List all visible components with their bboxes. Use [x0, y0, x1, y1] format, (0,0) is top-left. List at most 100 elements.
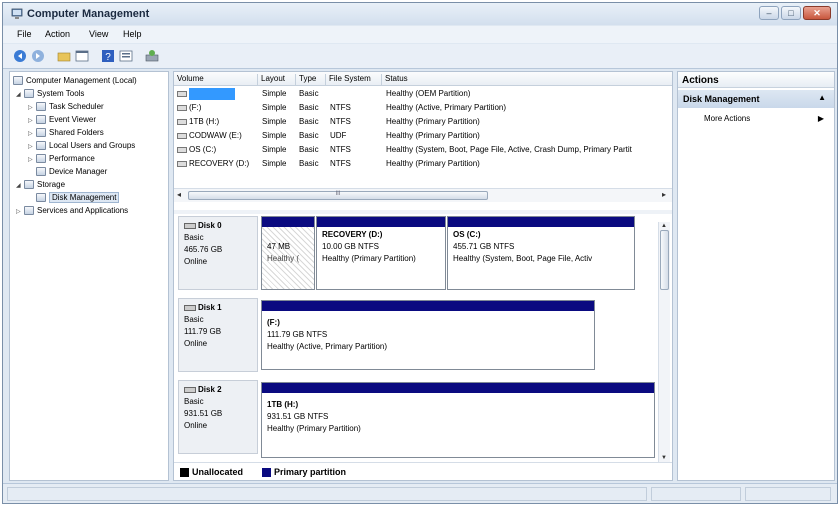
volume-row[interactable]: OS (C:) Simple Basic NTFS Healthy (Syste…: [174, 143, 672, 157]
partition-status: Healthy (Primary Partition): [267, 424, 361, 433]
cd-drive-icon: [177, 132, 187, 139]
up-folder-icon[interactable]: [57, 49, 71, 63]
partition-bar: [448, 217, 634, 227]
status-cell: Healthy (System, Boot, Page File, Active…: [386, 145, 632, 154]
volume-row[interactable]: CODWAW (E:) Simple Basic UDF Healthy (Pr…: [174, 129, 672, 143]
partition-body: (F:) 111.79 GB NTFS Healthy (Active, Pri…: [262, 311, 594, 355]
disk-state: Online: [184, 339, 208, 348]
show-hide-tree-icon[interactable]: [75, 49, 89, 63]
scroll-left-icon[interactable]: ◂: [177, 190, 181, 199]
tree-item-computer-management[interactable]: Computer Management (Local): [13, 74, 137, 87]
column-header-file-system[interactable]: File System: [326, 74, 382, 86]
tree-item-label: Local Users and Groups: [49, 141, 136, 150]
disk-2-label[interactable]: Disk 2 Basic 931.51 GB Online: [178, 380, 258, 454]
back-arrow-icon[interactable]: [13, 49, 27, 63]
column-header-status[interactable]: Status: [382, 74, 672, 86]
volume-name-cell: (F:): [177, 101, 201, 115]
vertical-scrollbar[interactable]: ▲ ▼: [658, 222, 670, 462]
disk-graphical-view: Disk 0 Basic 465.76 GB Online 47 MB Heal…: [174, 214, 660, 464]
tree-item-local-users-groups[interactable]: ▷ Local Users and Groups: [28, 139, 135, 152]
file-system-cell: NTFS: [330, 145, 351, 154]
actions-pane: Actions Disk Management ▲ More Actions ▶: [677, 71, 835, 481]
partition-h[interactable]: 1TB (H:) 931.51 GB NTFS Healthy (Primary…: [261, 382, 655, 458]
users-icon: [36, 141, 46, 151]
maximize-icon: □: [788, 8, 794, 18]
minimize-button[interactable]: –: [759, 6, 779, 20]
disk-type: Basic: [184, 397, 204, 406]
partition-os[interactable]: OS (C:) 455.71 GB NTFS Healthy (System, …: [447, 216, 635, 290]
help-icon[interactable]: ?: [101, 49, 115, 63]
partition-oem[interactable]: 47 MB Healthy (: [261, 216, 315, 290]
scroll-up-icon[interactable]: ▲: [661, 223, 667, 229]
tree-item-device-manager[interactable]: Device Manager: [28, 165, 107, 178]
type-cell: Basic: [299, 103, 319, 112]
tree-item-services-applications[interactable]: ▷ Services and Applications: [16, 204, 128, 217]
expand-arrow-icon[interactable]: ▷: [16, 206, 24, 219]
partition-f[interactable]: (F:) 111.79 GB NTFS Healthy (Active, Pri…: [261, 300, 595, 370]
partition-body: OS (C:) 455.71 GB NTFS Healthy (System, …: [448, 227, 634, 267]
partition-bar: [317, 217, 445, 227]
volume-name: OS (C:): [189, 145, 217, 154]
status-segment: [7, 487, 647, 501]
submenu-arrow-icon[interactable]: ▶: [818, 114, 824, 123]
close-button[interactable]: ✕: [803, 6, 831, 20]
scroll-down-icon[interactable]: ▼: [661, 455, 667, 461]
tree-item-event-viewer[interactable]: ▷ Event Viewer: [28, 113, 96, 126]
volume-row[interactable]: (F:) Simple Basic NTFS Healthy (Active, …: [174, 101, 672, 115]
collapse-arrow-icon[interactable]: ◢: [16, 180, 24, 193]
tree-item-label: Disk Management: [49, 192, 120, 203]
partition-body: 47 MB Healthy (: [262, 227, 314, 289]
volume-name-cell: OS (C:): [177, 143, 216, 157]
actions-section-disk-management[interactable]: Disk Management ▲: [678, 90, 834, 108]
file-system-cell: NTFS: [330, 117, 351, 126]
collapse-caret-icon[interactable]: ▲: [818, 93, 826, 102]
services-icon: [24, 206, 34, 216]
scroll-thumb[interactable]: [660, 230, 669, 290]
more-actions-link[interactable]: More Actions: [704, 114, 750, 123]
column-header-layout[interactable]: Layout: [258, 74, 296, 86]
partition-title: RECOVERY (D:): [322, 230, 383, 239]
partition-status: Healthy (Active, Primary Partition): [267, 342, 388, 351]
disk-size: 931.51 GB: [184, 409, 223, 418]
scroll-right-icon[interactable]: ▸: [662, 190, 666, 199]
disk-type: Basic: [184, 233, 204, 242]
forward-arrow-icon[interactable]: [31, 49, 45, 63]
drive-icon: [177, 160, 187, 167]
disk-0-label[interactable]: Disk 0 Basic 465.76 GB Online: [178, 216, 258, 290]
partition-bar: [262, 217, 314, 227]
column-header-type[interactable]: Type: [296, 74, 326, 86]
tree-item-disk-management[interactable]: Disk Management: [28, 191, 120, 204]
navigation-tree: Computer Management (Local) ◢ System Tool…: [9, 71, 169, 481]
tree-item-storage[interactable]: ◢ Storage: [16, 178, 65, 191]
column-header-volume[interactable]: Volume: [174, 74, 258, 86]
layout-cell: Simple: [262, 89, 287, 98]
type-cell: Basic: [299, 117, 319, 126]
tree-item-performance[interactable]: ▷ Performance: [28, 152, 95, 165]
tree-item-task-scheduler[interactable]: ▷ Task Scheduler: [28, 100, 104, 113]
maximize-button[interactable]: □: [781, 6, 801, 20]
volume-list-header: Volume Layout Type File System Status: [174, 72, 672, 86]
collapse-arrow-icon[interactable]: ◢: [16, 89, 24, 102]
properties-icon[interactable]: [119, 49, 133, 63]
disk-settings-icon[interactable]: [145, 49, 159, 63]
scroll-thumb[interactable]: III: [188, 191, 488, 200]
menu-bar: File Action View Help: [3, 26, 837, 43]
disk-1-label[interactable]: Disk 1 Basic 111.79 GB Online: [178, 298, 258, 372]
disk-name: Disk 0: [184, 220, 252, 232]
drive-icon: [177, 146, 187, 153]
menu-view[interactable]: View: [89, 29, 108, 39]
volume-row[interactable]: 1TB (H:) Simple Basic NTFS Healthy (Prim…: [174, 115, 672, 129]
tree-item-label: Event Viewer: [49, 115, 96, 124]
horizontal-scrollbar[interactable]: ◂ III ▸: [174, 188, 672, 202]
volume-row[interactable]: RECOVERY (D:) Simple Basic NTFS Healthy …: [174, 157, 672, 171]
tree-item-system-tools[interactable]: ◢ System Tools: [16, 87, 84, 100]
partition-status: Healthy (: [267, 254, 300, 263]
tree-item-shared-folders[interactable]: ▷ Shared Folders: [28, 126, 104, 139]
menu-file[interactable]: File: [17, 29, 32, 39]
menu-help[interactable]: Help: [123, 29, 142, 39]
minimize-icon: –: [766, 8, 772, 18]
volume-row[interactable]: Simple Basic Healthy (OEM Partition): [174, 87, 672, 101]
menu-action[interactable]: Action: [45, 29, 70, 39]
disk-name: Disk 2: [184, 384, 252, 396]
partition-recovery[interactable]: RECOVERY (D:) 10.00 GB NTFS Healthy (Pri…: [316, 216, 446, 290]
